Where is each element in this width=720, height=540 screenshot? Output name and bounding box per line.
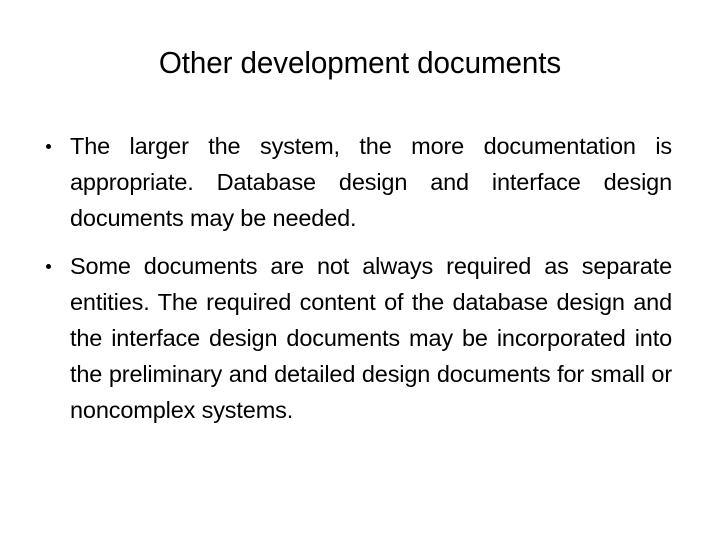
bullet-dot-icon — [46, 248, 66, 284]
bullet-list: The larger the system, the more document… — [44, 128, 672, 428]
list-item-text: Some documents are not always required a… — [70, 253, 672, 423]
list-item: The larger the system, the more document… — [44, 128, 672, 236]
slide-canvas: Other development documents The larger t… — [0, 0, 720, 540]
slide-title: Other development documents — [158, 45, 562, 80]
list-item-text: The larger the system, the more document… — [70, 133, 672, 231]
bullet-dot-icon — [46, 128, 66, 164]
list-item: Some documents are not always required a… — [44, 248, 672, 428]
